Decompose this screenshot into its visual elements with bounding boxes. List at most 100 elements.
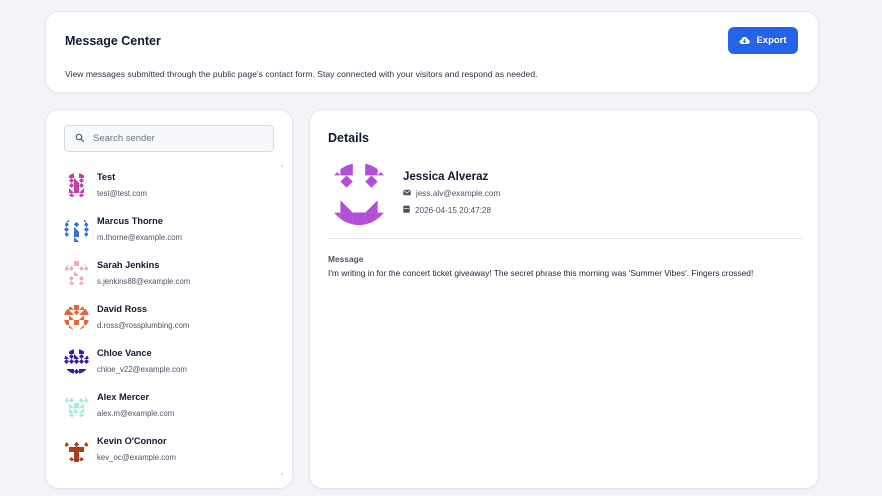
avatar-pattern-tile <box>84 442 89 447</box>
sender-email: chloe_v22@example.com <box>97 365 187 374</box>
avatar-pattern-tile <box>377 212 390 225</box>
detail-email: jess.alv@example.com <box>416 189 501 198</box>
sender-name: Test <box>97 172 116 182</box>
avatar-pattern-tile <box>64 237 69 242</box>
avatar-pattern-tile <box>69 457 74 462</box>
sender-item[interactable]: Sarah Jenkins s.jenkins88@example.com <box>64 258 274 298</box>
detail-date-row: 2026-04-15 20:47:28 <box>403 205 491 215</box>
avatar-pattern-tile <box>74 354 79 359</box>
avatar-pattern-tile <box>69 413 74 418</box>
sender-email: s.jenkins88@example.com <box>97 277 191 286</box>
avatar-pattern-tile <box>74 305 79 310</box>
message-body: I'm writing in for the concert ticket gi… <box>328 268 754 278</box>
avatar-pattern-tile <box>69 188 74 193</box>
avatar-pattern-tile <box>74 310 79 315</box>
page-description: View messages submitted through the publ… <box>65 69 538 79</box>
scrollbar-top-arrow[interactable] <box>281 165 283 167</box>
avatar-pattern-tile <box>74 452 79 457</box>
sender-item[interactable]: Marcus Thorne m.thorne@example.com <box>64 214 274 254</box>
avatar-pattern-tile <box>64 320 69 325</box>
avatar-pattern-tile <box>84 369 89 374</box>
sender-item[interactable]: Alex Mercer alex.m@example.com <box>64 390 274 430</box>
avatar-pattern-tile <box>74 222 79 227</box>
avatar-pattern-tile <box>74 237 79 242</box>
avatar-pattern-tile <box>79 457 84 462</box>
avatar-pattern-tile <box>69 183 74 188</box>
sender-name: Marcus Thorne <box>97 216 163 226</box>
avatar-pattern-tile <box>74 408 79 413</box>
page-title: Message Center <box>65 34 161 48</box>
avatar-pattern-tile <box>79 266 84 271</box>
search-input[interactable] <box>93 133 263 144</box>
avatar-pattern-tile <box>328 163 341 176</box>
avatar-pattern-tile <box>74 271 79 276</box>
scrollbar-bottom-arrow[interactable] <box>281 473 283 475</box>
sender-item[interactable]: Kevin O'Connor kev_oc@example.com <box>64 434 274 474</box>
avatar-pattern-tile <box>69 178 74 183</box>
sender-item[interactable]: David Ross d.ross@rossplumbing.com <box>64 302 274 342</box>
avatar-pattern-tile <box>84 359 89 364</box>
sender-name: Chloe Vance <box>97 348 152 358</box>
avatar-pattern-tile <box>365 163 378 176</box>
sender-item[interactable]: Chloe Vance chloe_v22@example.com <box>64 346 274 386</box>
avatar-pattern-tile <box>64 266 69 271</box>
sender-name: Kevin O'Connor <box>97 436 167 446</box>
detail-sender-name: Jessica Alveraz <box>403 171 489 183</box>
avatar-pattern-tile <box>79 310 84 315</box>
avatar-pattern-tile <box>64 305 69 310</box>
avatar-pattern-tile <box>74 227 79 232</box>
sender-avatar <box>64 261 89 286</box>
export-button[interactable]: Export <box>728 27 798 54</box>
avatar-pattern-tile <box>84 232 89 237</box>
avatar-pattern-tile <box>69 349 74 354</box>
avatar-pattern-tile <box>79 178 84 183</box>
sender-name: Alex Mercer <box>97 392 150 402</box>
avatar-pattern-tile <box>64 261 69 266</box>
details-title: Details <box>328 131 369 145</box>
avatar-pattern-tile <box>352 212 366 225</box>
avatar-pattern-tile <box>84 457 89 462</box>
sender-avatar <box>64 217 89 242</box>
avatar-pattern-tile <box>69 325 74 330</box>
avatar-pattern-tile <box>79 354 84 359</box>
details-panel: Details Jessica Alveraz jess.alv@example… <box>309 109 819 489</box>
cloud-download-icon <box>739 36 751 45</box>
avatar-pattern-tile <box>84 222 89 227</box>
avatar-pattern-tile <box>79 403 84 408</box>
avatar-pattern-tile <box>74 369 79 374</box>
avatar-pattern-tile <box>64 369 69 374</box>
avatar-pattern-tile <box>79 315 84 320</box>
avatar-pattern-tile <box>79 413 84 418</box>
avatar-pattern-tile <box>69 173 74 178</box>
sender-name: David Ross <box>97 304 148 314</box>
avatar-pattern-tile <box>79 325 84 330</box>
avatar-pattern-tile <box>74 403 79 408</box>
avatar-pattern-tile <box>84 227 89 232</box>
avatar-pattern-tile <box>340 163 353 176</box>
avatar-pattern-tile <box>340 200 353 213</box>
avatar-pattern-tile <box>79 183 84 188</box>
avatar-pattern-tile <box>79 349 84 354</box>
avatar-pattern-tile <box>74 188 79 193</box>
avatar-pattern-tile <box>64 310 69 315</box>
avatar-pattern-tile <box>84 261 89 266</box>
sender-avatar <box>64 173 89 198</box>
avatar-pattern-tile <box>74 178 79 183</box>
avatar-pattern-tile <box>79 398 84 403</box>
sender-item[interactable]: Test test@test.com <box>64 170 274 210</box>
search-box[interactable] <box>64 125 274 152</box>
avatar-pattern-tile <box>69 305 74 310</box>
avatar-pattern-tile <box>84 217 89 222</box>
avatar-pattern-tile <box>69 369 74 374</box>
scrollbar[interactable] <box>281 165 283 475</box>
sender-sidebar: Test test@test.com Marcus Thorne m.thorn… <box>45 109 293 489</box>
export-label: Export <box>756 35 787 46</box>
avatar-pattern-tile <box>79 188 84 193</box>
sender-name: Sarah Jenkins <box>97 260 160 270</box>
sender-email: kev_oc@example.com <box>97 453 176 462</box>
avatar-pattern-tile <box>64 217 69 222</box>
avatar-pattern-tile <box>69 281 74 286</box>
sender-avatar <box>64 393 89 418</box>
avatar-pattern-tile <box>64 359 69 364</box>
avatar-pattern-tile <box>365 212 378 225</box>
